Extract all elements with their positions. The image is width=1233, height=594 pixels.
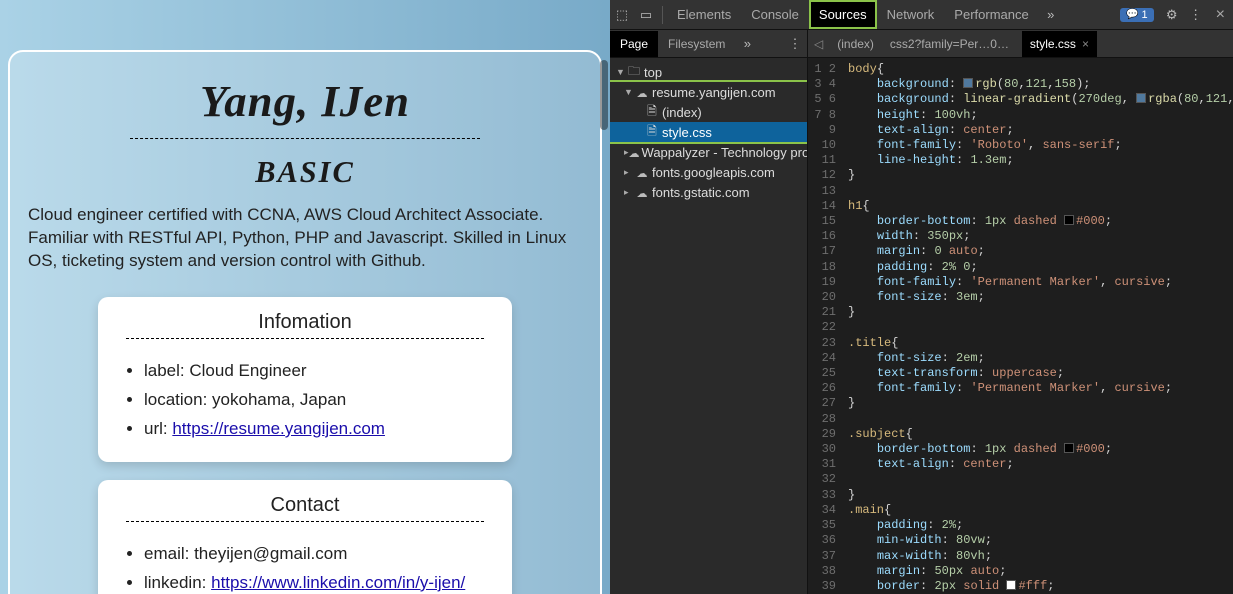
gear-icon[interactable]: ⚙: [1163, 7, 1181, 23]
tree-root[interactable]: ▼top: [610, 62, 807, 82]
list-item: location: yokohama, Japan: [144, 386, 484, 415]
file-tree: ▼top ▼resume.yangijen.com (index) style.…: [610, 58, 807, 594]
contact-heading: Contact: [126, 494, 484, 522]
editor-tabstrip: ◁ (index) css2?family=Per…0&display=swap…: [808, 30, 1233, 58]
editor-tab[interactable]: (index): [829, 31, 882, 57]
more-tabs-icon[interactable]: »: [1042, 7, 1060, 22]
kebab-icon[interactable]: ⋮: [1187, 7, 1205, 23]
info-card: Infomation label: Cloud Engineer locatio…: [98, 297, 512, 462]
rendered-page: Yang, IJen basic Cloud engineer certifie…: [0, 0, 610, 594]
code-editor[interactable]: 1 2 3 4 5 6 7 8 9 10 11 12 13 14 15 16 1…: [808, 58, 1233, 594]
nav-back-icon[interactable]: ◁: [808, 37, 829, 51]
issues-badge[interactable]: 1: [1120, 8, 1154, 22]
tree-item[interactable]: ▸Wappalyzer - Technology pro: [610, 142, 807, 162]
tab-console[interactable]: Console: [741, 0, 809, 29]
resume-name: Yang, IJen: [130, 64, 480, 139]
tree-file-stylecss[interactable]: style.css: [610, 122, 807, 142]
list-item: url: https://resume.yangijen.com: [144, 415, 484, 444]
tree-item[interactable]: ▸fonts.gstatic.com: [610, 182, 807, 202]
editor-tab[interactable]: css2?family=Per…0&display=swap: [882, 31, 1022, 57]
device-icon[interactable]: ▭: [637, 7, 655, 23]
tab-network[interactable]: Network: [877, 0, 945, 29]
tab-sources[interactable]: Sources: [809, 0, 877, 29]
inspect-icon[interactable]: ⬚: [613, 7, 631, 23]
devtools: ⬚ ▭ Elements Console Sources Network Per…: [610, 0, 1233, 594]
contact-card: Contact email: theyijen@gmail.com linked…: [98, 480, 512, 594]
editor-panel: ◁ (index) css2?family=Per…0&display=swap…: [808, 30, 1233, 594]
page-scrollbar[interactable]: [600, 60, 608, 130]
resume-url-link[interactable]: https://resume.yangijen.com: [172, 419, 385, 438]
tab-elements[interactable]: Elements: [667, 0, 741, 29]
linkedin-link[interactable]: https://www.linkedin.com/in/y-ijen/: [211, 573, 465, 592]
nav-kebab-icon[interactable]: ⋮: [786, 36, 804, 52]
code-content[interactable]: body{ background: rgb(80,121,158); backg…: [842, 58, 1233, 594]
summary-text: Cloud engineer certified with CCNA, AWS …: [28, 204, 582, 273]
editor-tab-active[interactable]: style.css×: [1022, 31, 1097, 57]
tab-performance[interactable]: Performance: [944, 0, 1038, 29]
more-nav-icon[interactable]: »: [738, 36, 756, 51]
resume-card: Yang, IJen basic Cloud engineer certifie…: [8, 50, 602, 594]
close-icon[interactable]: ×: [1208, 6, 1233, 24]
line-gutter: 1 2 3 4 5 6 7 8 9 10 11 12 13 14 15 16 1…: [808, 58, 842, 594]
list-item: linkedin: https://www.linkedin.com/in/y-…: [144, 569, 484, 594]
navigator-panel: Page Filesystem » ⋮ ▼top ▼resume.yangije…: [610, 30, 808, 594]
tree-domain[interactable]: ▼resume.yangijen.com: [610, 82, 807, 102]
nav-tab-page[interactable]: Page: [610, 31, 658, 57]
list-item: label: Cloud Engineer: [144, 357, 484, 386]
tree-item[interactable]: ▸fonts.googleapis.com: [610, 162, 807, 182]
tree-file-index[interactable]: (index): [610, 102, 807, 122]
close-tab-icon[interactable]: ×: [1082, 37, 1089, 51]
list-item: email: theyijen@gmail.com: [144, 540, 484, 569]
devtools-toolbar: ⬚ ▭ Elements Console Sources Network Per…: [610, 0, 1233, 30]
section-title: basic: [28, 155, 582, 190]
info-heading: Infomation: [126, 311, 484, 339]
nav-tab-filesystem[interactable]: Filesystem: [658, 31, 735, 57]
